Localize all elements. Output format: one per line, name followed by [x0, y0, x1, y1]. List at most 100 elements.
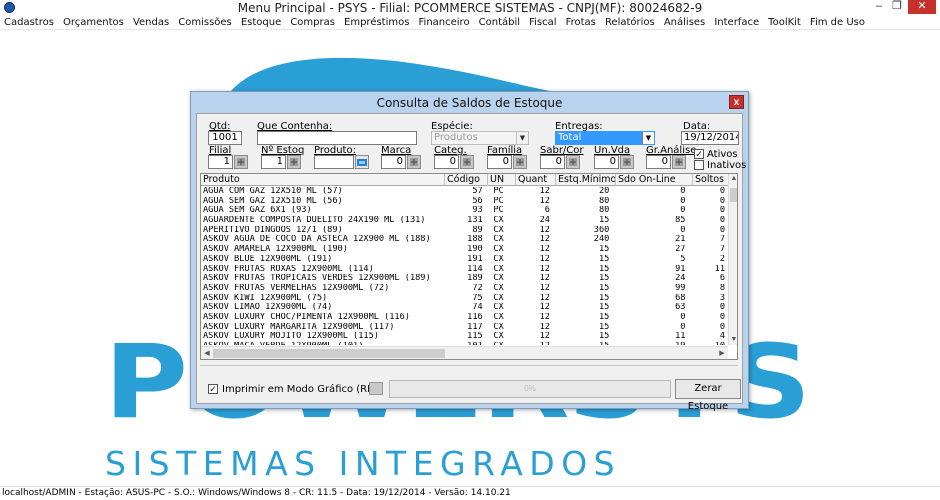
entregas-select[interactable]: Total ▼	[555, 131, 655, 145]
cell-codigo: 114	[467, 264, 483, 274]
scroll-right-icon[interactable]: ▶	[717, 348, 727, 359]
menu-comissoes[interactable]: Comissões	[175, 15, 235, 29]
especie-select[interactable]: Produtos ▼	[431, 131, 529, 145]
cell-codigo: 56	[472, 196, 483, 206]
cell-sdo-online: 0	[680, 312, 686, 322]
printer-icon[interactable]	[369, 382, 383, 395]
dialog-close-button[interactable]: x	[729, 95, 744, 109]
table-row[interactable]: AGUARDENTE COMPOSTA DUELITO 24X190 ML (1…	[201, 216, 727, 226]
menu-financeiro[interactable]: Financeiro	[416, 15, 473, 29]
sabr-cor-lookup-button[interactable]	[566, 155, 580, 169]
column-header-un[interactable]: UN	[488, 174, 516, 186]
n-estoq-lookup-button[interactable]	[287, 155, 301, 169]
cell-soltos: 0	[719, 196, 725, 206]
menu-analises[interactable]: Análises	[661, 15, 708, 29]
que-contenha-input[interactable]	[257, 131, 417, 145]
table-row[interactable]: ASKOV LUXURY MARGARITA 12X900ML (117) 117…	[201, 323, 727, 333]
cell-sdo-online: 21	[675, 235, 686, 245]
menu-vendas[interactable]: Vendas	[130, 15, 172, 29]
inativos-checkbox[interactable]	[694, 160, 704, 170]
familia-field[interactable]: 0	[487, 155, 512, 169]
scroll-left-icon[interactable]: ◀	[202, 348, 212, 359]
column-header-sdo-online[interactable]: Sdo On-Line	[616, 174, 693, 186]
n-estoq-field[interactable]: 1	[261, 155, 286, 169]
table-row[interactable]: ASKOV KIWI 12X900ML (75) 75 CX 12 15 68 3	[201, 294, 727, 304]
un-vda-field[interactable]: 0	[594, 155, 619, 169]
table-row[interactable]: ASKOV AGUA DE COCO DA ASTECA 12X900 ML (…	[201, 235, 727, 245]
cell-produto: ASKOV LUXURY MARGARITA 12X900ML (117)	[203, 322, 395, 332]
menu-compras[interactable]: Compras	[287, 15, 338, 29]
cell-sdo-online: 91	[675, 264, 686, 274]
menu-fiscal[interactable]: Fiscal	[526, 15, 559, 29]
filial-lookup-button[interactable]	[234, 155, 248, 169]
table-row[interactable]: ASKOV MACA VERDE 12X900ML (101)101CX1215…	[201, 342, 727, 345]
horizontal-scrollbar[interactable]: ◀ ▶	[201, 346, 728, 359]
sabr-cor-field[interactable]: 0	[540, 155, 565, 169]
scroll-thumb-horizontal[interactable]	[213, 349, 445, 358]
cell-soltos: 0	[719, 322, 725, 332]
menu-toolkit[interactable]: ToolKit	[765, 15, 804, 29]
maximize-button[interactable]: ❐	[890, 0, 904, 14]
produto-input[interactable]	[314, 155, 354, 169]
scroll-down-icon[interactable]: ▼	[729, 335, 737, 345]
cell-codigo: 189	[467, 274, 483, 284]
column-header-produto[interactable]: Produto	[201, 174, 445, 186]
ativos-checkbox[interactable]: ✓	[694, 149, 704, 159]
vertical-scrollbar[interactable]: ▲ ▼	[728, 174, 737, 345]
marca-field[interactable]: 0	[381, 155, 406, 169]
gr-analise-field[interactable]: 0	[646, 155, 671, 169]
table-row[interactable]: ASKOV FRUTAS ROXAS 12X900ML (114) 114 CX 12…	[201, 265, 727, 275]
qtd-field[interactable]: 1001	[208, 131, 242, 145]
cell-un: CX	[493, 216, 504, 226]
cell-sdo-online: 0	[680, 322, 686, 332]
menu-interface[interactable]: Interface	[711, 15, 762, 29]
menu-cadastros[interactable]: Cadastros	[0, 15, 57, 29]
menu-emprestimos[interactable]: Empréstimos	[341, 15, 412, 29]
table-row[interactable]: AGUA COM GAZ 12X510 ML (57) 57 PC 12 20 0 0	[201, 187, 727, 197]
status-bar: localhost/ADMIN - Estação: ASUS-PC - S.O…	[0, 486, 940, 500]
chevron-down-icon[interactable]: ▼	[642, 132, 654, 144]
table-row[interactable]: AGUA SEM GAZ 6X1 (93) 93 PC 6 80 0 0	[201, 206, 727, 216]
menu-fim-de-uso[interactable]: Fim de Uso	[807, 15, 868, 29]
cell-soltos: 7	[719, 245, 725, 255]
table-row[interactable]: ASKOV LUXURY MOJITO 12X900ML (115) 115 CX 1…	[201, 332, 727, 342]
cell-un: CX	[493, 303, 504, 313]
un-vda-lookup-button[interactable]	[620, 155, 634, 169]
table-row[interactable]: APERITIVO DINGOOS 12/1 (89) 89 CX 12 360 0 0	[201, 226, 727, 236]
produto-search-button[interactable]	[355, 155, 369, 169]
categ-lookup-button[interactable]	[460, 155, 474, 169]
gr-analise-lookup-button[interactable]	[672, 155, 686, 169]
data-field[interactable]: 19/12/2014	[681, 131, 739, 145]
chevron-down-icon[interactable]: ▼	[516, 132, 528, 144]
print-mode-checkbox[interactable]: ✓	[208, 384, 218, 394]
table-row[interactable]: ASKOV BLUE 12X900ML (191) 191 CX 12 15 5 2	[201, 255, 727, 265]
column-header-quant[interactable]: Quant	[516, 174, 556, 186]
table-row[interactable]: ASKOV AMARELA 12X900ML (190) 190 CX 12 15 27 7	[201, 245, 727, 255]
menu-frotas[interactable]: Frotas	[563, 15, 599, 29]
menu-orcamentos[interactable]: Orçamentos	[60, 15, 127, 29]
table-row[interactable]: AGUA SEM GAZ 12X510 ML (56) 56 PC 12 80 0 0	[201, 197, 727, 207]
column-header-codigo[interactable]: Código	[445, 174, 488, 186]
scroll-up-icon[interactable]: ▲	[729, 174, 737, 184]
column-header-estq-minimo[interactable]: Estq.Mínimo	[556, 174, 616, 186]
binoculars-icon	[357, 159, 367, 166]
column-header-soltos[interactable]: Soltos	[693, 174, 733, 186]
menu-relatorios[interactable]: Relatórios	[602, 15, 658, 29]
saldos-grid[interactable]: Produto Código UN Quant Estq.Mínimo Sdo …	[200, 173, 738, 360]
filial-field[interactable]: 1	[208, 155, 233, 169]
categ-field[interactable]: 0	[434, 155, 459, 169]
cell-quant: 12	[539, 274, 550, 284]
marca-lookup-button[interactable]	[407, 155, 421, 169]
table-row[interactable]: ASKOV FRUTAS VERMELHAS 12X900ML (72) 72 CX…	[201, 284, 727, 294]
minimize-button[interactable]: –	[872, 0, 886, 14]
table-row[interactable]: ASKOV LUXURY CHOC/PIMENTA 12X900ML (116)…	[201, 313, 727, 323]
table-row[interactable]: ASKOV FRUTAS TROPICAIS VERDES 12X900ML (…	[201, 274, 727, 284]
menu-contabil[interactable]: Contábil	[476, 15, 523, 29]
zerar-estoque-button[interactable]: Zerar Estoque	[675, 379, 741, 412]
close-button[interactable]: ✕	[908, 0, 936, 14]
table-row[interactable]: ASKOV LIMAO 12X900ML (74) 74 CX 12 15 63 0	[201, 303, 727, 313]
scroll-thumb[interactable]	[730, 188, 737, 202]
menu-estoque[interactable]: Estoque	[238, 15, 284, 29]
cell-quant: 12	[539, 225, 550, 235]
familia-lookup-button[interactable]	[513, 155, 527, 169]
